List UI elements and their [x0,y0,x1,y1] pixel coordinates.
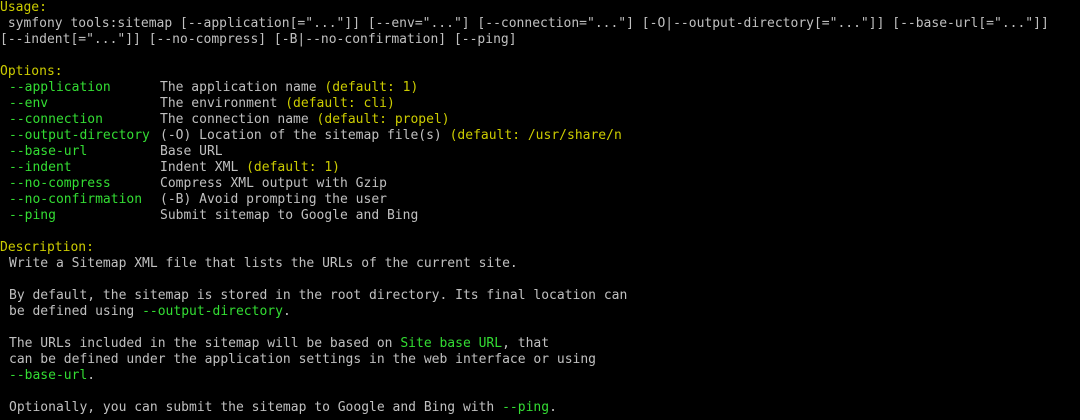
option-default: (default: propel) [316,112,450,127]
option-row: --ping Submit sitemap to Google and Bing [0,208,1080,224]
option-name: --output-directory [9,128,150,143]
text-fragment: be defined using [9,304,143,319]
option-name: --base-url [9,144,88,159]
option-name: --application [9,80,111,95]
option-name: --env [9,96,49,111]
option-description: The environment [160,96,286,111]
option-description: Submit sitemap to Google and Bing [160,208,419,223]
description-paragraph-3-line-3: --base-url. [0,368,1080,384]
option-description: (-O) Location of the sitemap file(s) [160,128,450,143]
option-default: (default: 1) [246,160,341,175]
option-description: (-B) Avoid prompting the user [160,192,387,207]
option-name: --indent [9,160,72,175]
option-default: (default: cli) [285,96,395,111]
options-list: --application The application name (defau… [0,80,1080,224]
option-default: (default: /usr/share/n [449,128,622,143]
description-paragraph-3-line-2: can be defined under the application set… [9,352,596,367]
text-fragment: . [282,304,291,319]
option-row: --no-confirmation (-B) Avoid prompting th… [0,192,1080,208]
option-description: Compress XML output with Gzip [160,176,387,191]
text-fragment: . [87,368,96,383]
option-reference: --ping [502,400,550,415]
options-heading: Options: [0,64,63,79]
option-row: --connection The connection name (default… [0,112,1080,128]
option-name: --no-compress [9,176,111,191]
option-name: --no-confirmation [9,192,143,207]
text-fragment: . [549,400,557,415]
text-fragment: The URLs included in the sitemap will be… [9,336,401,351]
option-name: --connection [9,112,103,127]
option-default: (default: 1) [324,80,419,95]
setting-reference: Site base URL [400,336,503,351]
option-row: --application The application name (defau… [0,80,1080,96]
option-description: The application name [160,80,325,95]
text-fragment: , that [502,336,550,351]
usage-line-2: [--indent[="..."]] [--no-compress] [-B|-… [0,32,517,47]
option-description: Indent XML [160,160,247,175]
usage-line-1: symfony tools:sitemap [--application[=".… [0,16,1049,31]
option-row: --base-url Base URL [0,144,1080,160]
option-reference: --base-url [9,368,88,383]
option-name: --ping [9,208,56,223]
description-paragraph-1: Write a Sitemap XML file that lists the … [9,256,518,271]
description-paragraph-3-line-1: The URLs included in the sitemap will be… [0,336,1080,352]
option-row: --indent Indent XML (default: 1) [0,160,1080,176]
description-paragraph-2-line-2: be defined using --output-directory. [0,304,1080,320]
option-description: The connection name [160,112,317,127]
usage-heading: Usage: [0,0,47,15]
description-heading: Description: [0,240,94,255]
option-description: Base URL [160,144,223,159]
description-paragraph-2-line-1: By default, the sitemap is stored in the… [9,288,628,303]
description-paragraph-4: Optionally, you can submit the sitemap t… [0,400,1080,416]
terminal-window[interactable]: Usage: symfony tools:sitemap [--applicat… [0,0,1080,420]
text-fragment: Optionally, you can submit the sitemap t… [9,400,503,415]
option-reference: --output-directory [142,304,283,319]
option-row: --no-compress Compress XML output with Gz… [0,176,1080,192]
option-row: --output-directory (-O) Location of the s… [0,128,1080,144]
option-row: --env The environment (default: cli) [0,96,1080,112]
